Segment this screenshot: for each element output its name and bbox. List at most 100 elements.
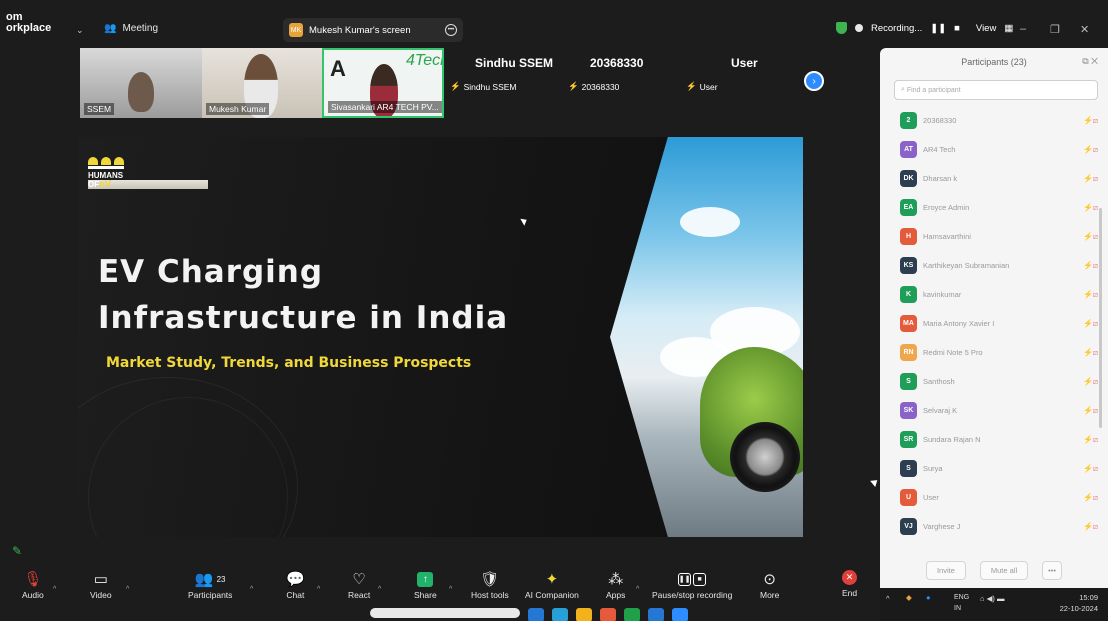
react-label: React [348,590,371,600]
participant-row[interactable]: VJ Varghese J ⚡⧄ [900,512,1098,541]
slide-title: EV Charging Infrastructure in India [98,249,508,341]
shared-screen-pill[interactable]: MK Mukesh Kumar's screen ••• [283,18,463,42]
end-button[interactable]: ✕ End [842,566,857,598]
ai-companion-label: AI Companion [525,590,579,600]
participant-row[interactable]: U User ⚡⧄ [900,483,1098,512]
apps-icon: ⁂ [608,571,624,588]
participants-panel: Participants (23) ⧉ ✕ ⌕ Find a participa… [880,48,1108,588]
mouse-cursor-icon [870,477,880,487]
next-thumbnails-button[interactable]: › [804,71,824,91]
video-tile-name: Sivasankari AR4 TECH PV... [328,101,442,113]
participant-row[interactable]: S Santhosh ⚡⧄ [900,367,1098,396]
taskbar-app-icon[interactable] [672,608,688,621]
participant-row[interactable]: DK Dharsan k ⚡⧄ [900,164,1098,193]
participant-row[interactable]: SK Selvaraj K ⚡⧄ [900,396,1098,425]
participants-chevron-icon[interactable]: ^ [250,586,253,593]
taskbar-app-icon[interactable] [624,608,640,621]
participant-avatar: MA [900,315,917,332]
chevron-down-icon[interactable]: ⌄ [76,25,84,36]
taskbar-app-icon[interactable] [648,608,664,621]
participant-list-scrollbar[interactable] [1099,208,1102,428]
wifi-volume-battery-icons[interactable]: ⌂ ◀) ▬ [980,594,1004,603]
participant-search-input[interactable]: ⌕ Find a participant [894,80,1098,100]
participant-name: 20368330 [923,116,957,125]
minimize-icon[interactable]: – [1020,23,1026,35]
participants-button[interactable]: 👥 23 Participants [188,568,232,600]
share-button[interactable]: ↑ Share [414,568,437,600]
name-tile[interactable]: Sindhu SSEM ⚡ Sindhu SSEM [444,48,562,118]
muted-mic-icon: ⚡ [686,81,697,91]
recording-dot-icon [855,24,863,32]
taskbar-app-icon[interactable] [576,608,592,621]
participant-row[interactable]: AT AR4 Tech ⚡⧄ [900,135,1098,164]
chat-button[interactable]: 💬 Chat [286,568,305,600]
more-options-icon[interactable]: ••• [445,24,457,36]
muted-mic-video-off-icon: ⚡⧄ [1082,173,1098,183]
taskbar-app-icon[interactable] [600,608,616,621]
mute-all-button[interactable]: Mute all [979,560,1029,580]
participant-row[interactable]: EA Eroyce Admin ⚡⧄ [900,193,1098,222]
meeting-menu[interactable]: 👥 Meeting [104,23,158,34]
pause-icon[interactable]: ❚❚ [930,23,946,34]
apps-button[interactable]: ⁂ Apps [606,568,625,600]
share-arrow-icon: ↑ [417,571,434,587]
participant-avatar: KS [900,257,917,274]
participant-row[interactable]: RN Redmi Note 5 Pro ⚡⧄ [900,338,1098,367]
video-tile-active[interactable]: A 4Tech Sivasankari AR4 TECH PV... [322,48,444,118]
participant-row[interactable]: H Hamsavarthini ⚡⧄ [900,222,1098,251]
view-button[interactable]: View [976,23,996,34]
close-icon[interactable]: ✕ [1080,23,1089,36]
ai-companion-button[interactable]: ✦ AI Companion [525,568,579,600]
meeting-label: Meeting [122,23,159,34]
participant-row[interactable]: S Surya ⚡⧄ [900,454,1098,483]
stop-icon[interactable]: ■ [954,23,960,34]
name-tile[interactable]: 20368330 ⚡ 20368330 [562,48,680,118]
chat-chevron-icon[interactable]: ^ [317,586,320,593]
windows-taskbar-tray: ^ ◆ ● ENG IN ⌂ ◀) ▬ 15:09 22-10-2024 [880,588,1108,621]
participant-name: Karthikeyan Subramanian [923,261,1010,270]
participant-avatar: K [900,286,917,303]
react-button[interactable]: ♡ React [348,568,370,600]
participant-row[interactable]: MA Maria Antony Xavier I ⚡⧄ [900,309,1098,338]
pause-recording-button[interactable]: ❚❚ ■ Pause/stop recording [652,568,732,600]
react-chevron-icon[interactable]: ^ [378,586,381,593]
video-chevron-icon[interactable]: ^ [126,586,129,593]
muted-mic-video-off-icon: ⚡⧄ [1082,144,1098,154]
tile-name-small: 20368330 [581,81,620,92]
share-chevron-icon[interactable]: ^ [449,586,452,593]
tray-chevron-icon[interactable]: ^ [886,594,890,603]
annotate-pen-icon[interactable]: ✎ [12,544,22,558]
panel-popout-close-icons[interactable]: ⧉ ✕ [1082,56,1098,67]
participant-row[interactable]: SR Sundara Rajan N ⚡⧄ [900,425,1098,454]
participant-avatar: S [900,373,917,390]
language-indicator[interactable]: ENG IN [954,592,969,614]
host-tools-button[interactable]: 🛡 Host tools [471,568,509,600]
audio-button[interactable]: 🎙 Audio [22,568,44,600]
tray-app-icon[interactable]: ◆ [906,593,912,602]
name-tile[interactable]: User ⚡ User [680,48,798,118]
logo-text-ev: eV [99,179,112,190]
app-brand: om orkplace [6,12,51,34]
video-tile[interactable]: SSEM [80,48,202,118]
participant-row[interactable]: KS Karthikeyan Subramanian ⚡⧄ [900,251,1098,280]
video-tile[interactable]: Mukesh Kumar [202,48,322,118]
restore-icon[interactable]: ❐ [1050,23,1060,36]
more-button[interactable]: ⊙ More [760,568,779,600]
tray-app-icon[interactable]: ● [926,593,931,602]
taskbar-search[interactable] [370,608,520,618]
more-options-button[interactable]: ••• [1042,560,1063,580]
taskbar-app-icon[interactable] [528,608,544,621]
participant-row[interactable]: Kkavinkumar ⚡⧄ [900,280,1098,309]
audio-chevron-icon[interactable]: ^ [53,586,56,593]
participant-row[interactable]: 2 20368330 ⚡⧄ [900,106,1098,135]
recording-label: Recording... [871,22,923,34]
taskbar-app-icon[interactable] [552,608,568,621]
invite-button[interactable]: Invite [925,560,966,580]
taskbar-clock[interactable]: 15:09 22-10-2024 [1060,592,1098,614]
apps-chevron-icon[interactable]: ^ [636,586,639,593]
video-button[interactable]: ▭ Video [90,568,112,600]
ar4-tech-logo: A [330,56,346,81]
participant-avatar: 2 [900,112,917,129]
participant-name: Hamsavarthini [923,232,971,241]
security-shield-icon[interactable] [836,22,847,34]
